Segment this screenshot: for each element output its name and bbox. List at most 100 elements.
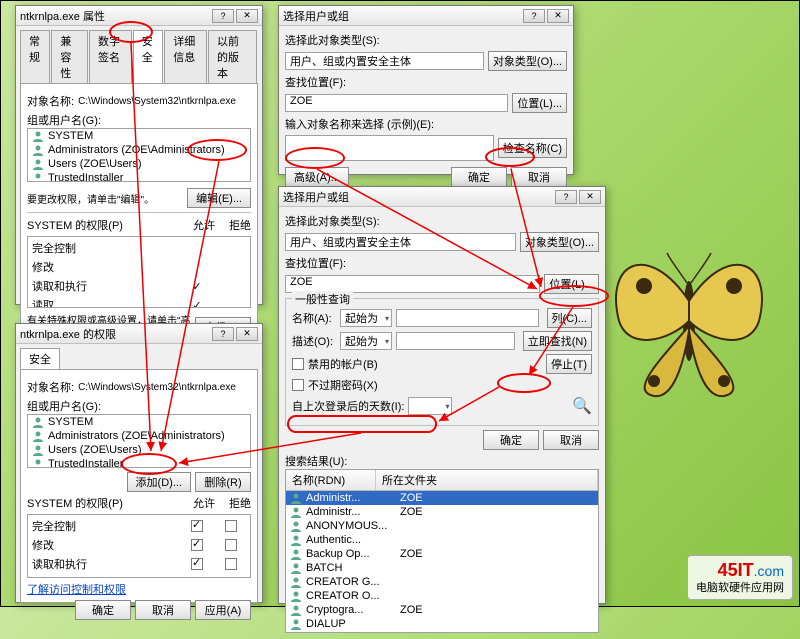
name-mode-select[interactable]: 起始为▾	[340, 309, 392, 327]
list-item[interactable]: TrustedInstaller	[28, 457, 250, 468]
user-icon	[290, 632, 302, 633]
obj-type-field: 用户、组或内置安全主体	[285, 52, 484, 70]
help-button[interactable]: ?	[212, 9, 234, 23]
close-button[interactable]: ✕	[547, 9, 569, 23]
close-button[interactable]: ✕	[579, 190, 601, 204]
perm-header: SYSTEM 的权限(P)	[27, 495, 123, 511]
obj-type-label: 选择此对象类型(S):	[285, 32, 567, 48]
loc-label: 查找位置(F):	[285, 74, 567, 90]
list-item[interactable]: Users (ZOE\Users)	[28, 157, 250, 171]
titlebar[interactable]: 选择用户或组 ? ✕	[279, 187, 605, 207]
user-icon	[290, 604, 302, 616]
allow-checkbox[interactable]	[191, 558, 203, 570]
never-expire-checkbox[interactable]	[292, 379, 304, 391]
obj-type-button[interactable]: 对象类型(O)...	[488, 51, 567, 71]
deny-checkbox[interactable]	[225, 520, 237, 532]
help-button[interactable]: ?	[212, 327, 234, 341]
titlebar[interactable]: ntkrnlpa.exe 属性 ? ✕	[16, 6, 262, 26]
ok-button[interactable]: 确定	[483, 430, 539, 450]
close-button[interactable]: ✕	[236, 327, 258, 341]
tab-常规[interactable]: 常规	[20, 30, 50, 83]
tab-以前的版本[interactable]: 以前的版本	[208, 30, 257, 83]
result-row[interactable]: Cryptogra...ZOE	[286, 603, 598, 617]
result-row[interactable]: Authentic...	[286, 533, 598, 547]
cancel-button[interactable]: 取消	[135, 600, 191, 620]
cancel-button[interactable]: 取消	[543, 430, 599, 450]
desc-input[interactable]	[396, 332, 515, 350]
perm-row: 修改	[28, 537, 250, 553]
edit-button[interactable]: 编辑(E)...	[187, 188, 251, 208]
permissions-list[interactable]: 完全控制修改读取和执行✓读取✓写入特殊权限	[27, 236, 251, 308]
cancel-button[interactable]: 取消	[511, 167, 567, 187]
result-row[interactable]: CREATOR O...	[286, 589, 598, 603]
perm-row: 读取	[28, 575, 250, 578]
list-item[interactable]: TrustedInstaller	[28, 171, 250, 182]
user-icon	[290, 590, 302, 602]
search-icon: 🔍	[572, 396, 592, 416]
apply-button[interactable]: 应用(A)	[195, 600, 251, 620]
user-icon	[290, 562, 302, 574]
deny-header: 拒绝	[229, 217, 251, 233]
user-icon	[32, 144, 44, 156]
list-item[interactable]: SYSTEM	[28, 415, 250, 429]
help-button[interactable]: ?	[555, 190, 577, 204]
ok-button[interactable]: 确定	[451, 167, 507, 187]
window-title: ntkrnlpa.exe 属性	[20, 8, 212, 24]
deny-checkbox[interactable]	[225, 577, 237, 578]
ok-button[interactable]: 确定	[75, 600, 131, 620]
add-button[interactable]: 添加(D)...	[127, 472, 191, 492]
permissions-list[interactable]: 完全控制修改读取和执行读取写入	[27, 514, 251, 578]
col-loc-header[interactable]: 所在文件夹	[376, 470, 598, 490]
users-list[interactable]: SYSTEMAdministrators (ZOE\Administrators…	[27, 414, 251, 468]
disabled-checkbox[interactable]	[292, 358, 304, 370]
allow-checkbox[interactable]	[191, 577, 203, 578]
desc-mode-select[interactable]: 起始为▾	[340, 332, 392, 350]
allow-checkbox[interactable]	[191, 539, 203, 551]
columns-button[interactable]: 列(C)...	[547, 308, 592, 328]
result-row[interactable]: Backup Op...ZOE	[286, 547, 598, 561]
deny-checkbox[interactable]	[225, 539, 237, 551]
list-item[interactable]: SYSTEM	[28, 129, 250, 143]
titlebar[interactable]: 选择用户或组 ? ✕	[279, 6, 573, 26]
obj-type-button[interactable]: 对象类型(O)...	[520, 232, 599, 252]
close-button[interactable]: ✕	[236, 9, 258, 23]
result-row[interactable]: Administr...ZOE	[286, 491, 598, 505]
results-list[interactable]: 名称(RDN) 所在文件夹 Administr...ZOEAdministr..…	[285, 469, 599, 633]
object-name-value: C:\Windows\System32\ntkrnlpa.exe	[78, 382, 236, 393]
result-row[interactable]: CREATOR G...	[286, 575, 598, 589]
titlebar[interactable]: ntkrnlpa.exe 的权限 ? ✕	[16, 324, 262, 344]
tab-兼容性[interactable]: 兼容性	[51, 30, 88, 83]
days-select[interactable]: ▾	[408, 397, 452, 415]
user-icon	[32, 458, 44, 468]
list-item[interactable]: Users (ZOE\Users)	[28, 443, 250, 457]
list-item[interactable]: Administrators (ZOE\Administrators)	[28, 143, 250, 157]
tab-数字签名[interactable]: 数字签名	[89, 30, 132, 83]
obj-type-label: 选择此对象类型(S):	[285, 213, 599, 229]
list-item[interactable]: Administrators (ZOE\Administrators)	[28, 429, 250, 443]
result-row[interactable]: ANONYMOUS...	[286, 519, 598, 533]
col-name-header[interactable]: 名称(RDN)	[286, 470, 376, 490]
result-row[interactable]: Distribut...ZOE	[286, 631, 598, 633]
name-input[interactable]	[396, 309, 539, 327]
permissions-window: ntkrnlpa.exe 的权限 ? ✕ 安全 对象名称: C:\Windows…	[15, 323, 263, 603]
users-list[interactable]: SYSTEMAdministrators (ZOE\Administrators…	[27, 128, 251, 182]
result-row[interactable]: BATCH	[286, 561, 598, 575]
tab-security[interactable]: 安全	[20, 348, 60, 369]
result-row[interactable]: Administr...ZOE	[286, 505, 598, 519]
tab-安全[interactable]: 安全	[133, 30, 163, 83]
allow-checkbox[interactable]	[191, 520, 203, 532]
learn-link[interactable]: 了解访问控制和权限	[27, 581, 126, 597]
advanced-button[interactable]: 高级(A)...	[285, 167, 349, 187]
loc-label: 查找位置(F):	[285, 255, 599, 271]
help-button[interactable]: ?	[523, 9, 545, 23]
name-input[interactable]	[285, 135, 494, 161]
tab-详细信息[interactable]: 详细信息	[164, 30, 207, 83]
stop-button[interactable]: 停止(T)	[546, 354, 592, 374]
remove-button[interactable]: 删除(R)	[195, 472, 251, 492]
loc-button[interactable]: 位置(L)...	[544, 274, 599, 294]
loc-button[interactable]: 位置(L)...	[512, 93, 567, 113]
result-row[interactable]: DIALUP	[286, 617, 598, 631]
find-now-button[interactable]: 立即查找(N)	[523, 331, 592, 351]
deny-checkbox[interactable]	[225, 558, 237, 570]
check-names-button[interactable]: 检查名称(C)	[498, 138, 567, 158]
